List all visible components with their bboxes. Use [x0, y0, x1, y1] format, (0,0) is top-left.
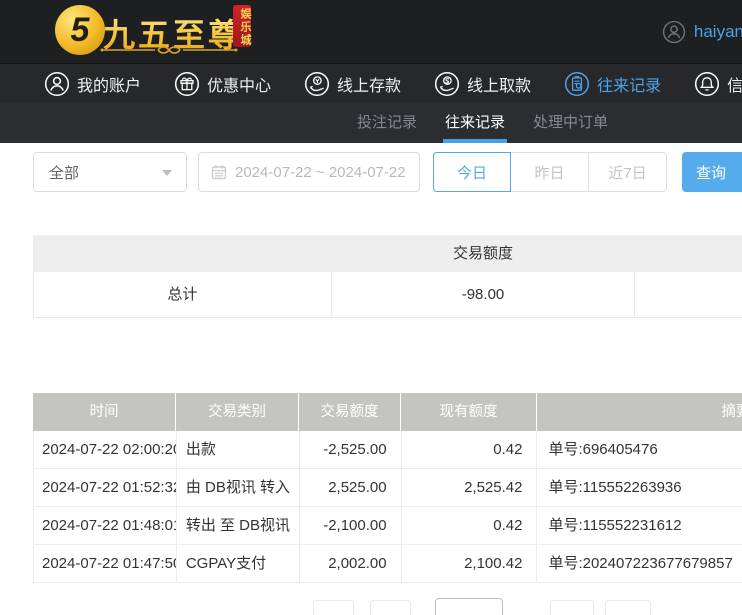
quick-date-group: 今日 昨日 近7日 — [433, 152, 667, 192]
cell-time: 2024-07-22 01:52:32 — [34, 469, 177, 506]
type-select[interactable]: 全部 — [33, 152, 187, 192]
page: 5 九五至尊 娱乐城 haiyan 我的账户 优惠中心 线上存款 线上取款 往来… — [0, 0, 742, 615]
summary-header-row: 交易额度 — [33, 235, 742, 272]
bell-icon — [695, 71, 720, 96]
col-summary: 摘要 — [721, 404, 742, 420]
user-circle-icon — [44, 71, 70, 96]
summary-header-empty — [635, 235, 742, 272]
records-clipboard-icon — [565, 71, 590, 96]
cell-amount: -2,525.00 — [300, 431, 402, 468]
logo-mark: 5 — [70, 11, 90, 49]
nav-label: 优惠中心 — [207, 77, 272, 95]
withdraw-coin-icon — [434, 71, 460, 96]
brand-logo-icon[interactable]: 5 — [55, 5, 105, 55]
cell-summary: 单号:202407223677679857 — [537, 545, 742, 582]
summary-total-label: 总计 — [34, 272, 332, 317]
tab-transaction-records[interactable]: 往来记录 — [443, 103, 508, 143]
cell-time: 2024-07-22 01:48:01 — [34, 507, 177, 544]
summary-total-row: 总计 -98.00 — [33, 272, 742, 318]
nav-label: 线上存款 — [337, 77, 402, 95]
nav-item-transaction-records[interactable]: 往来记录 — [564, 71, 661, 97]
table-row: 2024-07-22 02:00:20 出款 -2,525.00 0.42 单号… — [33, 431, 742, 469]
cell-amount: 2,525.00 — [300, 469, 402, 506]
summary-header-amount: 交易额度 — [452, 245, 513, 262]
records-header-row: 时间 交易类别 交易额度 现有额度 摘要 — [33, 393, 742, 431]
summary-total-value: -98.00 — [332, 272, 636, 317]
cell-time: 2024-07-22 01:47:50 — [34, 545, 177, 582]
nav-label: 信息 — [727, 77, 742, 95]
sub-tabs: 投注记录 往来记录 处理中订单 — [357, 103, 608, 143]
nav-item-deposit[interactable]: 线上存款 — [304, 71, 401, 97]
username: haiyan — [693, 21, 742, 41]
cell-time: 2024-07-22 02:00:20 — [34, 431, 177, 468]
deposit-coin-icon — [304, 71, 330, 96]
main-nav: 我的账户 优惠中心 线上存款 线上取款 往来记录 信 — [0, 63, 742, 103]
pagination-next-button[interactable] — [550, 600, 594, 615]
user-account[interactable]: haiyan — [662, 0, 742, 63]
nav-label: 线上取款 — [467, 77, 532, 95]
tab-processing-orders[interactable]: 处理中订单 — [533, 103, 608, 143]
nav-label: 往来记录 — [597, 77, 662, 95]
type-select-value: 全部 — [49, 164, 80, 182]
flourish-ornament-icon — [100, 46, 238, 54]
cell-summary: 单号:115552263936 — [537, 469, 742, 506]
pagination-first-button[interactable] — [313, 600, 354, 615]
summary-table: 交易额度 总计 -98.00 — [33, 235, 742, 318]
cell-type: CGPAY支付 — [177, 545, 300, 582]
nav-item-promotions[interactable]: 优惠中心 — [174, 71, 271, 97]
cell-amount: 2,002.00 — [300, 545, 402, 582]
pagination-last-button[interactable] — [605, 600, 651, 615]
nav-label: 我的账户 — [77, 77, 142, 95]
date-range-value: 2024-07-22 ~ 2024-07-22 — [235, 163, 406, 181]
col-amount: 交易额度 — [299, 393, 401, 431]
sub-nav: 投注记录 往来记录 处理中订单 — [0, 103, 742, 143]
table-row: 2024-07-22 01:52:32 由 DB视讯 转入 2,525.00 2… — [33, 469, 742, 507]
last7days-button[interactable]: 近7日 — [589, 152, 667, 192]
records-table: 时间 交易类别 交易额度 现有额度 摘要 2024-07-22 02:00:20… — [33, 393, 742, 583]
cell-balance: 2,100.42 — [402, 545, 538, 582]
top-header: 5 九五至尊 娱乐城 haiyan — [0, 0, 742, 63]
nav-item-my-account[interactable]: 我的账户 — [44, 71, 141, 97]
summary-header-empty — [33, 235, 331, 272]
cell-type: 由 DB视讯 转入 — [177, 469, 300, 506]
brand-badge: 娱乐城 — [233, 5, 251, 47]
col-balance: 现有额度 — [401, 393, 537, 431]
cell-balance: 0.42 — [402, 431, 538, 468]
cell-amount: -2,100.00 — [300, 507, 402, 544]
tab-betting-records[interactable]: 投注记录 — [357, 103, 417, 143]
nav-item-withdraw[interactable]: 线上取款 — [434, 71, 531, 97]
cell-summary: 单号:696405476 — [537, 431, 742, 468]
col-time: 时间 — [33, 393, 176, 431]
yesterday-button[interactable]: 昨日 — [511, 152, 589, 192]
avatar-icon — [662, 20, 686, 43]
table-row: 2024-07-22 01:47:50 CGPAY支付 2,002.00 2,1… — [33, 545, 742, 583]
calendar-icon — [211, 165, 227, 180]
cell-summary: 单号:115552231612 — [537, 507, 742, 544]
pagination-prev-button[interactable] — [370, 600, 411, 615]
pagination-page-select[interactable] — [435, 598, 503, 615]
summary-total-empty — [635, 272, 742, 317]
gift-icon — [174, 71, 200, 96]
nav-item-messages[interactable]: 信息 — [694, 71, 742, 97]
table-row: 2024-07-22 01:48:01 转出 至 DB视讯 -2,100.00 … — [33, 507, 742, 545]
col-type: 交易类别 — [176, 393, 299, 431]
chevron-down-icon — [162, 170, 172, 176]
cell-balance: 2,525.42 — [402, 469, 538, 506]
filter-bar: 全部 2024-07-22 ~ 2024-07-22 今日 昨日 近7日 查询 — [0, 152, 742, 192]
cell-balance: 0.42 — [402, 507, 538, 544]
date-range-input[interactable]: 2024-07-22 ~ 2024-07-22 — [198, 152, 420, 192]
cell-type: 转出 至 DB视讯 — [177, 507, 300, 544]
search-button[interactable]: 查询 — [682, 152, 742, 192]
today-button[interactable]: 今日 — [433, 152, 511, 192]
cell-type: 出款 — [177, 431, 300, 468]
